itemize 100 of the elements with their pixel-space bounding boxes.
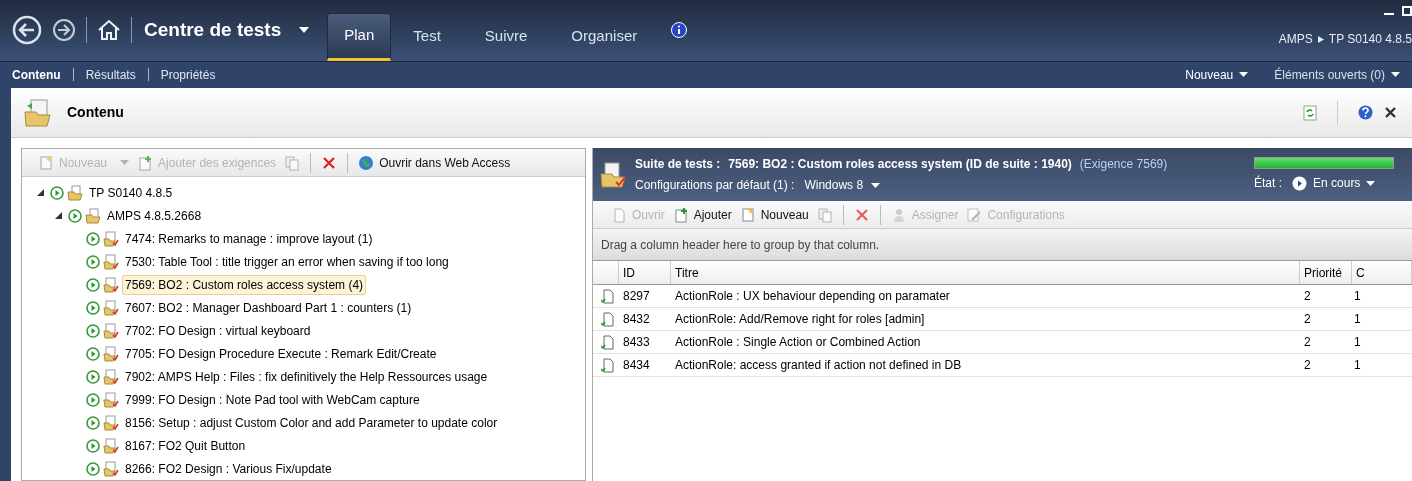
dropdown-icon[interactable] <box>299 27 310 34</box>
subnav-tab[interactable]: Contenu <box>12 65 61 84</box>
checked-folder-icon <box>103 345 119 362</box>
info-icon[interactable] <box>671 22 688 39</box>
run-icon[interactable] <box>86 300 100 315</box>
suite-icon <box>599 159 629 190</box>
group-hint: Drag a column header here to group by that column. <box>601 236 880 254</box>
toolbar-button[interactable]: Nouveau <box>735 203 813 226</box>
tree-item[interactable]: TP S0140 4.8.5 <box>86 182 176 203</box>
table-cell-text: 1 <box>1353 311 1362 328</box>
checked-folder-icon <box>103 276 119 293</box>
table-cell-text: 8433 <box>622 334 651 351</box>
tree-item[interactable]: 7569: BO2 : Custom roles access system (4) <box>122 274 367 295</box>
column-header[interactable]: C <box>1352 261 1412 284</box>
test-case-icon <box>601 357 614 373</box>
tree-item[interactable]: 7705: FO Design Procedure Execute : Remark Edit/Create <box>122 343 440 364</box>
maximize-icon[interactable] <box>1402 6 1412 16</box>
test-case-icon <box>601 288 614 304</box>
folder-icon <box>85 207 101 224</box>
requirement-link[interactable]: (Exigence 7569) <box>1079 155 1168 173</box>
checked-folder-icon <box>103 322 119 339</box>
table-cell-text: 1 <box>1353 334 1362 351</box>
folder-icon <box>23 97 53 128</box>
caret-icon <box>1391 72 1400 78</box>
state-dropdown[interactable]: En cours <box>1292 174 1376 192</box>
config-dropdown[interactable]: Windows 8 <box>804 176 881 194</box>
run-icon[interactable] <box>86 323 100 338</box>
nav-tab[interactable]: Organiser <box>549 12 660 61</box>
run-icon[interactable] <box>86 461 100 476</box>
tree-item[interactable]: 7607: BO2 : Manager Dashboard Part 1 : counters (1) <box>122 297 415 318</box>
run-icon[interactable] <box>86 438 100 453</box>
app-title: Centre de tests <box>144 18 282 43</box>
caret-icon <box>1366 180 1376 186</box>
new-document-icon <box>739 206 756 223</box>
run-icon[interactable] <box>86 415 100 430</box>
subnav-tab[interactable]: Propriétés <box>160 65 216 84</box>
caret-icon <box>120 160 130 165</box>
run-icon[interactable] <box>86 369 100 384</box>
expander-icon[interactable] <box>54 212 62 219</box>
checked-folder-icon <box>103 460 119 477</box>
suite-title: 7569: BO2 : Custom roles access system (ID de suite : 1940) <box>728 156 1072 173</box>
tree-item[interactable]: 7474: Remarks to manage : improve layout (1) <box>122 228 376 249</box>
copy-icon <box>284 154 301 171</box>
menu-button[interactable]: Éléments ouverts (0) <box>1274 65 1400 84</box>
table-cell-text: 8434 <box>622 357 651 374</box>
run-icon[interactable] <box>86 277 100 292</box>
nav-tab[interactable]: Test <box>391 12 463 61</box>
table-cell-text: ActionRole : Single Action or Combined Action <box>674 334 922 351</box>
new-document-icon <box>38 154 54 171</box>
menu-button[interactable]: Nouveau <box>1185 65 1249 84</box>
nav-tab[interactable]: Suivre <box>462 12 550 61</box>
run-icon[interactable] <box>50 185 64 200</box>
tree-item[interactable]: 7530: Table Tool : title trigger an error when saving if too long <box>122 251 452 272</box>
nav-tab[interactable]: Plan <box>327 12 392 61</box>
refresh-icon[interactable] <box>1303 104 1317 121</box>
tree-item[interactable]: 7999: FO Design : Note Pad tool with WebCam capture <box>122 389 423 410</box>
breadcrumb-item[interactable]: AMPS <box>1278 30 1313 48</box>
toolbar-button[interactable]: Ouvrir dans Web Access <box>354 151 515 174</box>
edit-icon <box>966 206 983 223</box>
help-icon[interactable] <box>1358 105 1373 120</box>
globe-icon <box>358 154 375 171</box>
expander-icon[interactable] <box>36 189 44 196</box>
run-icon[interactable] <box>86 346 100 361</box>
table-cell-text: ActionRole: access granted if action not defined in DB <box>674 357 963 374</box>
run-icon[interactable] <box>68 208 82 223</box>
state-label: État : <box>1254 174 1282 192</box>
table-cell-text: ActionRole: Add/Remove right for roles [admin] <box>674 311 926 328</box>
breadcrumb-item[interactable]: TP S0140 4.8.5 <box>1328 30 1412 48</box>
table-cell-text: 2 <box>1303 334 1312 351</box>
copy-icon <box>816 206 833 223</box>
suite-label: Suite de tests : <box>635 156 721 173</box>
panel-title: Contenu <box>67 103 124 122</box>
column-header[interactable]: Priorité <box>1300 261 1352 284</box>
home-icon[interactable] <box>97 18 121 43</box>
back-icon[interactable] <box>12 15 42 46</box>
tree-item[interactable]: 8167: FO2 Quit Button <box>122 435 249 456</box>
run-icon[interactable] <box>86 231 100 246</box>
table-cell-text: 2 <box>1303 311 1312 328</box>
run-icon[interactable] <box>86 392 100 407</box>
test-case-icon <box>601 311 614 327</box>
forward-icon[interactable] <box>52 18 76 43</box>
tree-item[interactable]: 8156: Setup : adjust Custom Color and add Parameter to update color <box>122 412 501 433</box>
tree-item[interactable]: 7702: FO Design : virtual keyboard <box>122 320 314 341</box>
checked-folder-icon <box>103 230 119 247</box>
checked-folder-icon <box>103 253 119 270</box>
caret-icon <box>1239 72 1249 78</box>
column-header[interactable]: Titre <box>671 261 1300 284</box>
caret-icon <box>871 182 881 188</box>
table-cell-text: 8297 <box>622 288 651 305</box>
run-icon[interactable] <box>86 254 100 269</box>
tree-item[interactable]: 7902: AMPS Help : Files : fix definitively the Help Ressources usage <box>122 366 491 387</box>
toolbar-button[interactable]: Ajouter <box>668 203 736 226</box>
tree-item[interactable]: 8266: FO2 Design : Various Fix/update <box>122 458 335 479</box>
column-header[interactable]: ID <box>619 261 671 284</box>
checked-folder-icon <box>103 414 119 431</box>
subnav-tab[interactable]: Résultats <box>85 65 136 84</box>
close-icon[interactable] <box>1385 107 1396 118</box>
tree-item[interactable]: AMPS 4.8.5.2668 <box>104 205 205 226</box>
play-icon <box>1292 175 1307 191</box>
checked-folder-icon <box>103 368 119 385</box>
